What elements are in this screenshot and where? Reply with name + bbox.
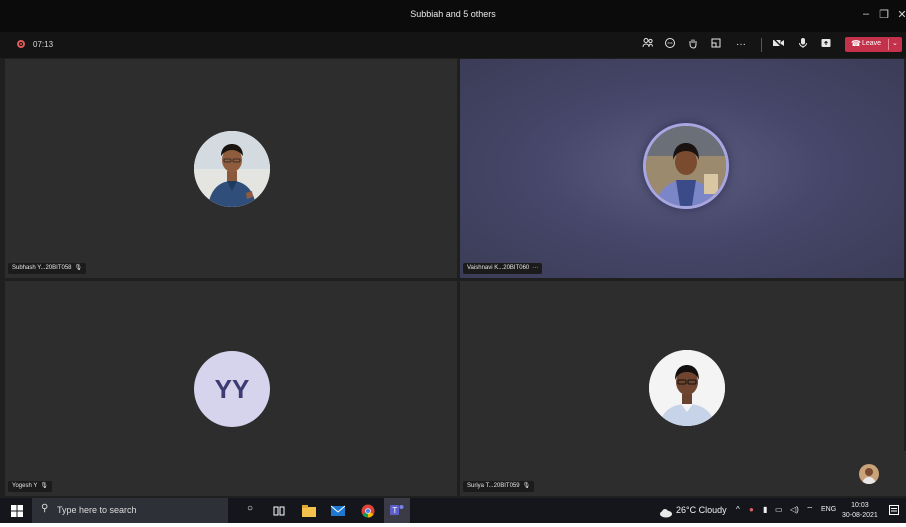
raise-hand-icon[interactable]	[685, 37, 701, 53]
microphone-tray-icon[interactable]: ▮	[763, 505, 767, 514]
taskbar-clock[interactable]: 10:03 30-08-2021	[842, 501, 878, 521]
meeting-toolbar: 07:13 ··· ☎ Leave ⌄	[0, 32, 906, 58]
participant-name: Suriya T...20BIT059	[467, 483, 520, 489]
volume-icon[interactable]: ◁)	[790, 505, 799, 514]
language-indicator[interactable]: ENG	[821, 506, 836, 513]
more-options-icon[interactable]: ···	[532, 265, 538, 271]
mic-muted-icon: 🎙︎	[40, 483, 48, 489]
windows-taskbar: ⚲ Type here to search ○ T 26°C Cloudy ^ …	[0, 498, 906, 523]
breakout-rooms-icon[interactable]	[708, 37, 724, 53]
clock-date: 30-08-2021	[842, 512, 878, 519]
window-title: Subbiah and 5 others	[410, 9, 496, 19]
title-bar: Subbiah and 5 others – ❐ ✕	[0, 0, 906, 32]
app-tray-icon[interactable]: ●	[749, 505, 754, 514]
participant-tile[interactable]: Vaishnavi K...20BIT060 ···	[460, 59, 904, 278]
restore-icon[interactable]: ❐	[876, 8, 892, 21]
avatar	[194, 131, 270, 207]
toolbar-divider	[761, 38, 762, 52]
microphone-icon[interactable]	[795, 37, 811, 53]
people-icon[interactable]	[640, 37, 656, 53]
svg-text:T: T	[392, 506, 397, 515]
self-avatar	[859, 464, 879, 484]
close-icon[interactable]: ✕	[894, 8, 906, 21]
leave-divider	[888, 39, 889, 50]
teams-taskbar-icon[interactable]: T	[384, 498, 410, 523]
participant-name-tag: Yogesh Y 🎙︎	[8, 481, 52, 492]
initials-avatar: YY	[194, 351, 270, 427]
participant-name: Vaishnavi K...20BIT060	[467, 265, 530, 271]
meeting-timer: 07:13	[33, 40, 54, 49]
participant-name: Subhash Y...20BIT058	[12, 265, 72, 271]
search-placeholder: Type here to search	[57, 505, 137, 515]
weather-text[interactable]: 26°C Cloudy	[676, 505, 727, 515]
avatar	[649, 350, 725, 426]
chrome-icon[interactable]	[361, 503, 375, 518]
participant-tile[interactable]: Subhash Y...20BIT058 🎙︎	[5, 59, 457, 278]
taskbar-search-box[interactable]: ⚲ Type here to search	[32, 498, 228, 523]
notifications-icon[interactable]	[889, 504, 899, 516]
mic-muted-icon: 🎙︎	[522, 483, 531, 489]
share-screen-icon[interactable]	[818, 37, 834, 53]
mic-muted-icon: 🎙︎	[74, 265, 83, 271]
recording-icon	[17, 40, 25, 48]
camera-off-icon[interactable]	[770, 37, 786, 53]
show-hidden-icons-icon[interactable]: ^	[736, 505, 740, 514]
participant-name-tag: Vaishnavi K...20BIT060 ···	[463, 263, 543, 274]
battery-icon[interactable]: ▭	[775, 505, 783, 514]
participant-name: Yogesh Y	[12, 483, 38, 489]
leave-button[interactable]: ☎ Leave ⌄	[845, 37, 902, 52]
participant-name-tag: Subhash Y...20BIT058 🎙︎	[8, 263, 87, 274]
more-actions-icon[interactable]: ···	[733, 37, 749, 53]
windows-start-icon[interactable]	[11, 503, 23, 518]
cloudy-weather-icon	[660, 505, 672, 518]
wifi-icon[interactable]: ⌔	[806, 505, 814, 515]
chevron-down-icon[interactable]: ⌄	[892, 39, 898, 47]
file-explorer-icon[interactable]	[302, 503, 316, 518]
participant-name-tag: Suriya T...20BIT059 🎙︎	[463, 481, 535, 492]
participant-tile[interactable]: YY Yogesh Y 🎙︎	[5, 281, 457, 496]
chat-icon[interactable]	[662, 37, 678, 53]
search-icon: ⚲	[41, 503, 49, 514]
avatar	[643, 123, 729, 209]
hang-up-icon: ☎	[851, 39, 861, 48]
leave-label: Leave	[862, 40, 882, 47]
task-view-icon[interactable]	[273, 503, 285, 518]
self-view[interactable]	[825, 451, 906, 496]
clock-time: 10:03	[851, 502, 869, 509]
cortana-icon[interactable]: ○	[247, 503, 259, 518]
mail-icon[interactable]	[330, 503, 346, 518]
teams-meeting-window: Subbiah and 5 others – ❐ ✕ 07:13 ··· ☎ L…	[0, 0, 906, 523]
minimize-icon[interactable]: –	[858, 8, 874, 20]
